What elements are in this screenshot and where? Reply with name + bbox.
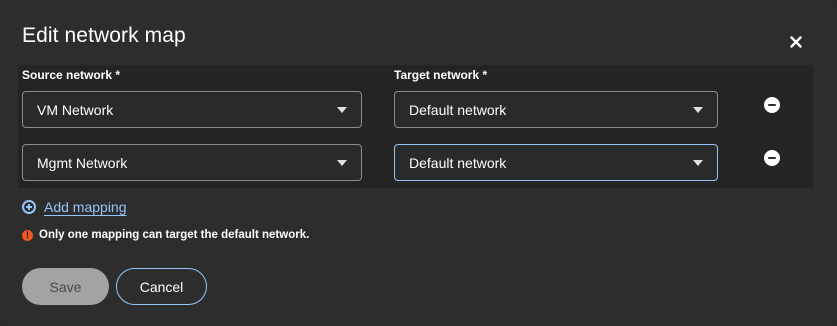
source-network-header: Source network *: [22, 68, 121, 82]
target-network-value-1: Default network: [409, 101, 507, 118]
error-message: ! Only one mapping can target the defaul…: [22, 229, 309, 241]
caret-down-icon: [337, 106, 347, 113]
source-network-value-2: Mgmt Network: [37, 154, 128, 171]
target-network-select-1[interactable]: Default network: [394, 91, 718, 128]
source-network-value-1: VM Network: [37, 101, 114, 118]
caret-down-icon: [693, 159, 703, 166]
source-network-select-1[interactable]: VM Network: [22, 91, 362, 128]
remove-mapping-button-2[interactable]: [764, 150, 780, 166]
target-network-header: Target network *: [394, 68, 488, 82]
plus-circle-icon: [22, 200, 36, 214]
edit-network-map-modal: Edit network map Source network * Target…: [0, 0, 837, 326]
caret-down-icon: [337, 159, 347, 166]
minus-circle-icon: [768, 157, 776, 159]
modal-title: Edit network map: [22, 24, 186, 47]
minus-circle-icon: [768, 104, 776, 106]
source-network-select-2[interactable]: Mgmt Network: [22, 144, 362, 181]
exclamation-circle-icon: !: [22, 229, 33, 241]
caret-down-icon: [693, 106, 703, 113]
add-mapping-button[interactable]: Add mapping: [22, 199, 127, 215]
error-text: Only one mapping can target the default …: [39, 229, 310, 241]
add-mapping-label: Add mapping: [44, 199, 127, 215]
save-button[interactable]: Save: [22, 268, 109, 305]
close-icon: [790, 36, 802, 48]
remove-mapping-button-1[interactable]: [764, 97, 780, 113]
target-network-value-2: Default network: [409, 154, 507, 171]
cancel-button[interactable]: Cancel: [116, 268, 207, 305]
target-network-select-2[interactable]: Default network: [394, 144, 718, 181]
close-button[interactable]: [784, 30, 808, 54]
